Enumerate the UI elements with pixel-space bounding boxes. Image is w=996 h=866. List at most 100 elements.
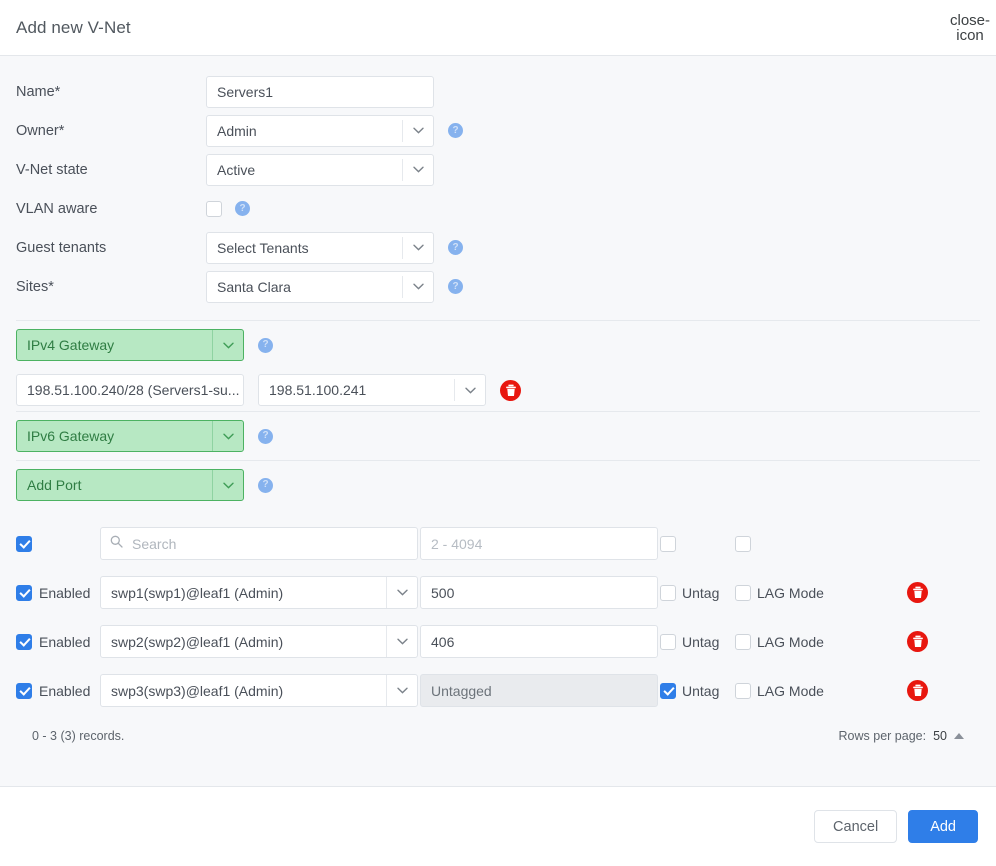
- select-all-checkbox[interactable]: [16, 535, 32, 552]
- name-input[interactable]: [206, 75, 434, 108]
- owner-help-icon[interactable]: ?: [448, 123, 463, 138]
- row-untag-checkbox[interactable]: [660, 633, 676, 650]
- ipv4-gateway-button[interactable]: IPv4 Gateway: [16, 329, 244, 361]
- table-row: Enabled swp3(swp3)@leaf1 (Admin) Untag LAG …: [16, 666, 980, 715]
- rows-per-page-label: Rows per page:: [838, 729, 927, 743]
- field-name: Name*: [16, 72, 980, 111]
- dialog-body: Name* Owner* Admin ? V-Net state Active: [0, 56, 996, 786]
- table-row: Enabled swp1(swp1)@leaf1 (Admin) Untag LAG …: [16, 568, 980, 617]
- sites-label: Sites*: [16, 278, 54, 295]
- row-enabled-label: Enabled: [39, 584, 91, 601]
- add-button[interactable]: Add: [908, 810, 978, 843]
- ipv4-gateway-ip-value: 198.51.100.241: [269, 382, 367, 398]
- guest-tenants-help-icon[interactable]: ?: [448, 240, 463, 255]
- chevron-down-icon: [213, 342, 243, 349]
- row-vlan-input[interactable]: [420, 576, 658, 609]
- row-port-select[interactable]: swp3(swp3)@leaf1 (Admin): [100, 674, 418, 707]
- row-enabled-label: Enabled: [39, 682, 91, 699]
- ipv4-gateway-help-icon[interactable]: ?: [258, 337, 273, 353]
- ports-table-footer: 0 - 3 (3) records. Rows per page: 50: [16, 715, 980, 743]
- row-enabled-checkbox[interactable]: [16, 682, 32, 699]
- chevron-down-icon: [213, 433, 243, 440]
- sites-select[interactable]: Santa Clara: [206, 270, 434, 303]
- row-delete-button[interactable]: [907, 680, 928, 701]
- chevron-down-icon: [387, 589, 417, 596]
- row-port-value: swp1(swp1)@leaf1 (Admin): [111, 584, 284, 601]
- sites-value: Santa Clara: [217, 278, 291, 295]
- ipv4-gateway-delete-button[interactable]: [500, 379, 521, 401]
- row-vlan-input[interactable]: [420, 674, 658, 707]
- vlan-aware-checkbox[interactable]: [206, 200, 222, 217]
- guest-tenants-value: Select Tenants: [217, 239, 309, 256]
- ports-table: Enabled swp1(swp1)@leaf1 (Admin) Untag LAG …: [0, 519, 996, 743]
- table-row: Enabled swp2(swp2)@leaf1 (Admin) Untag LAG …: [16, 617, 980, 666]
- row-lag-label: LAG Mode: [757, 633, 824, 650]
- row-untag-checkbox[interactable]: [660, 584, 676, 601]
- row-delete-button[interactable]: [907, 631, 928, 652]
- row-port-select[interactable]: swp2(swp2)@leaf1 (Admin): [100, 625, 418, 658]
- dialog-header: Add new V-Net close-icon: [0, 0, 996, 56]
- ports-table-filter-row: [16, 519, 980, 568]
- row-untag-label: Untag: [682, 682, 720, 699]
- vlan-aware-label: VLAN aware: [16, 200, 98, 217]
- lag-select-all-checkbox[interactable]: [735, 535, 751, 552]
- chevron-down-icon: [455, 387, 485, 394]
- ipv6-gateway-help-icon[interactable]: ?: [258, 428, 273, 444]
- add-port-section: Add Port ?: [0, 461, 996, 509]
- cancel-button[interactable]: Cancel: [814, 810, 898, 843]
- ipv4-subnet-value[interactable]: 198.51.100.240/28 (Servers1-su...: [16, 374, 244, 406]
- row-enabled-checkbox[interactable]: [16, 584, 32, 601]
- row-lag-label: LAG Mode: [757, 584, 824, 601]
- rows-per-page-value: 50: [933, 729, 947, 743]
- guest-tenants-label: Guest tenants: [16, 239, 107, 256]
- caret-up-icon[interactable]: [954, 733, 964, 739]
- ipv4-gateway-label: IPv4 Gateway: [27, 337, 115, 353]
- ipv4-gateway-section: IPv4 Gateway ? 198.51.100.240/28 (Server…: [0, 321, 996, 411]
- chevron-down-icon: [403, 283, 433, 290]
- row-vlan-input[interactable]: [420, 625, 658, 658]
- row-lag-checkbox[interactable]: [735, 682, 751, 699]
- field-sites: Sites* Santa Clara ?: [16, 267, 980, 306]
- search-box[interactable]: [100, 527, 418, 560]
- vnet-state-select[interactable]: Active: [206, 153, 434, 186]
- chevron-down-icon: [403, 166, 433, 173]
- close-icon[interactable]: close-icon: [950, 13, 990, 43]
- row-delete-button[interactable]: [907, 582, 928, 603]
- chevron-down-icon: [387, 638, 417, 645]
- add-port-help-icon[interactable]: ?: [258, 477, 273, 493]
- row-untag-label: Untag: [682, 633, 720, 650]
- row-lag-checkbox[interactable]: [735, 633, 751, 650]
- vnet-state-label: V-Net state: [16, 161, 88, 178]
- field-vlan-aware: VLAN aware ?: [16, 189, 980, 228]
- page-title: Add new V-Net: [16, 17, 131, 37]
- row-port-value: swp2(swp2)@leaf1 (Admin): [111, 633, 284, 650]
- vnet-state-value: Active: [217, 161, 256, 178]
- owner-select[interactable]: Admin: [206, 114, 434, 147]
- ipv4-gateway-ip-select[interactable]: 198.51.100.241: [258, 374, 486, 406]
- dialog-footer: Cancel Add: [0, 786, 996, 866]
- ipv6-gateway-button[interactable]: IPv6 Gateway: [16, 420, 244, 452]
- chevron-down-icon: [387, 687, 417, 694]
- row-untag-label: Untag: [682, 584, 720, 601]
- field-vnet-state: V-Net state Active: [16, 150, 980, 189]
- chevron-down-icon: [403, 244, 433, 251]
- add-port-button[interactable]: Add Port: [16, 469, 244, 501]
- vlan-filter-input[interactable]: [420, 527, 658, 560]
- owner-value: Admin: [217, 122, 257, 139]
- row-enabled-checkbox[interactable]: [16, 633, 32, 650]
- guest-tenants-select[interactable]: Select Tenants: [206, 231, 434, 264]
- ipv6-gateway-label: IPv6 Gateway: [27, 428, 115, 444]
- row-port-select[interactable]: swp1(swp1)@leaf1 (Admin): [100, 576, 418, 609]
- add-vnet-dialog: Add new V-Net close-icon Name* Owner* Ad…: [0, 0, 996, 866]
- vlan-aware-help-icon[interactable]: ?: [235, 201, 250, 216]
- search-input[interactable]: [130, 534, 408, 553]
- row-lag-label: LAG Mode: [757, 682, 824, 699]
- rows-per-page[interactable]: Rows per page: 50: [839, 729, 964, 743]
- field-owner: Owner* Admin ?: [16, 111, 980, 150]
- row-lag-checkbox[interactable]: [735, 584, 751, 601]
- sites-help-icon[interactable]: ?: [448, 279, 463, 294]
- untag-select-all-checkbox[interactable]: [660, 535, 676, 552]
- chevron-down-icon: [213, 482, 243, 489]
- row-untag-checkbox[interactable]: [660, 682, 676, 699]
- field-guest-tenants: Guest tenants Select Tenants ?: [16, 228, 980, 267]
